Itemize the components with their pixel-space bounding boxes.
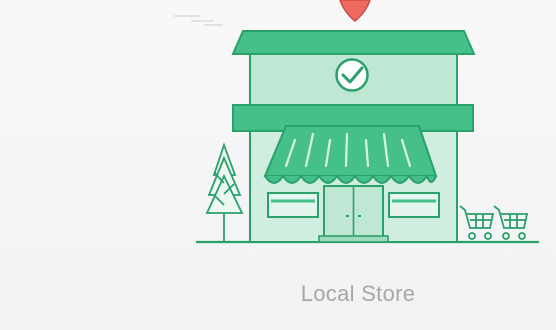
tree-icon	[205, 142, 244, 242]
store-building	[231, 30, 476, 243]
store-caption-text: Local Store	[300, 281, 416, 306]
cloud-decoration	[174, 15, 223, 26]
local-store-card: Local Store	[0, 0, 556, 330]
check-circle-icon	[335, 58, 369, 92]
store-caption: Local Store	[0, 281, 556, 307]
shopping-cart-icon	[459, 205, 495, 240]
map-pin-icon	[339, 0, 371, 22]
shopping-cart-icon	[493, 205, 529, 240]
